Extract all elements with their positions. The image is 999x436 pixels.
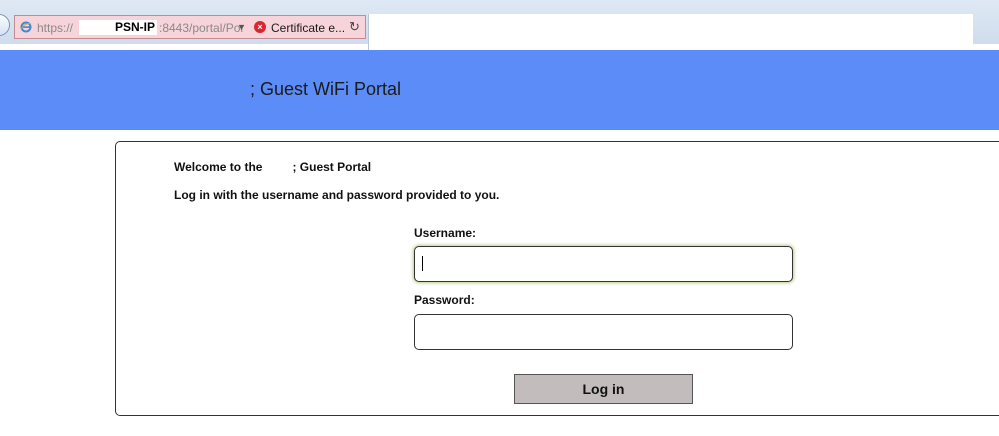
url-dropdown-icon[interactable]: ▼ [237, 22, 246, 32]
url-path: :8443/portal/Por [159, 21, 245, 35]
browser-tab-area [368, 14, 973, 50]
ie-logo-icon [20, 21, 32, 33]
login-button[interactable]: Log in [514, 374, 693, 404]
portal-header: ; Guest WiFi Portal [0, 50, 999, 130]
certificate-error-icon[interactable]: × [254, 21, 266, 33]
password-label: Password: [414, 293, 475, 307]
address-bar[interactable]: https:// PSN-IP :8443/portal/Por ▼ × Cer… [14, 15, 366, 39]
username-field[interactable] [414, 246, 793, 282]
login-panel: Welcome to the ; Guest Portal Log in wit… [115, 141, 999, 416]
browser-toolbar: https:// PSN-IP :8443/portal/Por ▼ × Cer… [0, 0, 999, 50]
portal-title: ; Guest WiFi Portal [250, 79, 402, 99]
certificate-error-label[interactable]: Certificate e... [271, 21, 345, 35]
url-host: PSN-IP [79, 20, 157, 35]
url-prefix: https:// [37, 21, 74, 35]
refresh-icon[interactable]: ↻ [349, 19, 360, 35]
password-field[interactable] [414, 314, 793, 350]
back-arrow-icon[interactable] [0, 14, 10, 36]
text-cursor [422, 256, 423, 271]
welcome-text: Welcome to the ; Guest Portal [174, 160, 372, 174]
login-instructions: Log in with the username and password pr… [174, 188, 500, 202]
username-label: Username: [414, 226, 477, 240]
